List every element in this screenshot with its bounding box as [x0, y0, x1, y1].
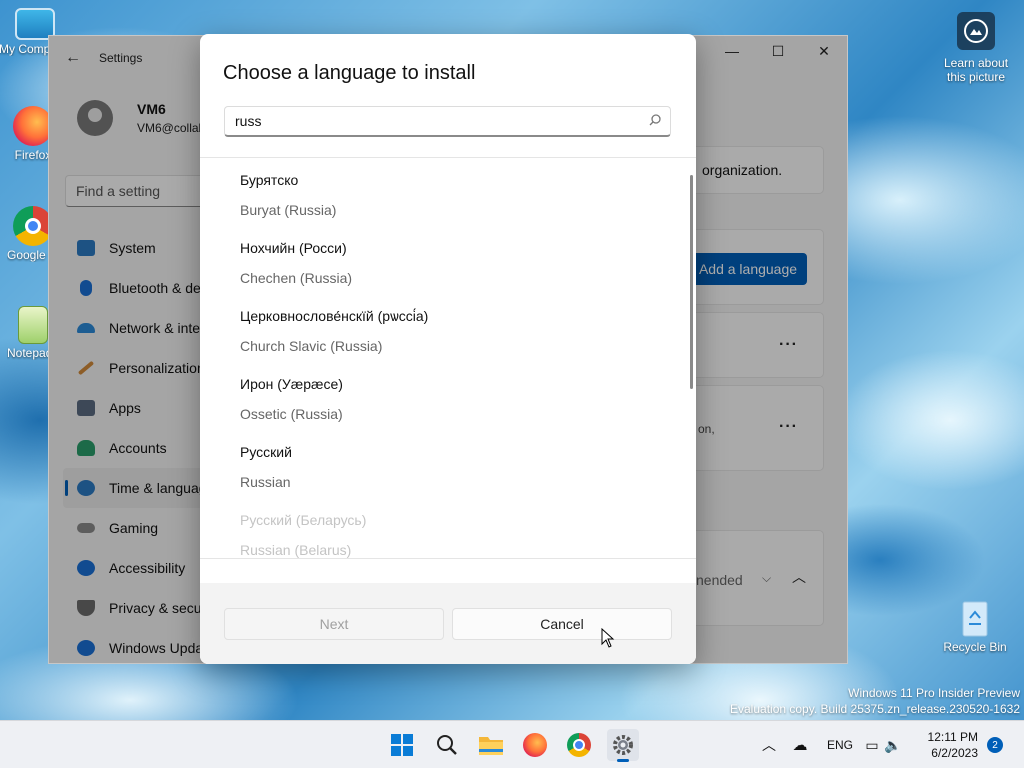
clock-time: 12:11 PM — [927, 730, 978, 744]
choose-language-dialog: Choose a language to install Бурятско Bu… — [200, 34, 696, 664]
search-icon — [437, 735, 457, 755]
volume-icon[interactable]: 🔈 — [884, 737, 901, 754]
list-item-ossetic[interactable]: Ирон (Уæрæсе) Ossetic (Russia) — [240, 376, 660, 422]
taskbar: ︿ ☁ ENG ▭ 🔈 12:11 PM 6/2/2023 2 — [0, 720, 1024, 768]
recycle-bin-label: Recycle Bin — [943, 640, 1007, 654]
learn-about-label: Learn about this picture — [943, 56, 1009, 84]
list-item-russian[interactable]: Русский Russian — [240, 444, 660, 490]
desktop-icon-recycle-bin[interactable]: Recycle Bin — [940, 596, 1010, 654]
chrome-icon — [567, 733, 591, 757]
language-english-name: Ossetic (Russia) — [240, 406, 343, 422]
search-icon[interactable] — [648, 113, 662, 127]
language-english-name: Russian — [240, 474, 291, 490]
mouse-cursor-icon — [601, 628, 615, 648]
recycle-bin-icon — [962, 601, 988, 637]
notification-badge[interactable]: 2 — [987, 737, 1003, 753]
gear-icon — [613, 735, 633, 755]
windows-logo-icon — [391, 734, 413, 756]
language-native-name: Ирон (Уæрæсе) — [240, 376, 343, 392]
language-search-box — [224, 106, 671, 137]
dialog-footer: Next Cancel — [200, 583, 696, 664]
next-button[interactable]: Next — [224, 608, 444, 640]
firefox-icon — [523, 733, 547, 757]
watermark-line-2: Evaluation copy. Build 25375.zn_release.… — [730, 702, 1020, 716]
list-item-church-slavic[interactable]: Церковнослове́нскїй (рѡссі́а) Church Sla… — [240, 308, 660, 354]
list-item-chechen[interactable]: Нохчийн (Росси) Chechen (Russia) — [240, 240, 660, 286]
learn-about-picture[interactable]: Learn about this picture — [936, 12, 1016, 84]
network-icon[interactable]: ▭ — [860, 737, 884, 754]
language-native-name: Нохчийн (Росси) — [240, 240, 347, 256]
chrome-taskbar-button[interactable] — [563, 729, 595, 761]
taskbar-search-button[interactable] — [431, 729, 463, 761]
list-item-buryat[interactable]: Бурятско Buryat (Russia) — [240, 172, 660, 218]
start-button[interactable] — [386, 729, 418, 761]
evaluation-watermark: Windows 11 Pro Insider Preview Evaluatio… — [730, 685, 1020, 717]
chevron-up-icon[interactable]: ︿ — [762, 735, 780, 755]
camera-icon — [957, 12, 995, 50]
language-list: Бурятско Buryat (Russia) Нохчийн (Росси)… — [200, 157, 696, 559]
notepad-plus-plus-icon — [18, 306, 48, 344]
language-english-name: Russian (Belarus) — [240, 542, 352, 558]
language-native-name: Русский (Беларусь) — [240, 512, 367, 528]
chrome-icon — [13, 206, 53, 246]
language-native-name: Русский — [240, 444, 292, 460]
language-english-name: Buryat (Russia) — [240, 202, 337, 218]
clock-date: 6/2/2023 — [931, 746, 978, 760]
language-english-name: Chechen (Russia) — [240, 270, 353, 286]
language-indicator[interactable]: ENG — [820, 738, 860, 752]
dialog-title: Choose a language to install — [223, 62, 476, 84]
language-search-input[interactable] — [225, 107, 625, 134]
file-explorer-button[interactable] — [475, 729, 507, 761]
list-item-russian-belarus: Русский (Беларусь) Russian (Belarus) — [240, 512, 660, 558]
language-english-name: Church Slavic (Russia) — [240, 338, 383, 354]
list-scrollbar[interactable] — [690, 175, 693, 389]
taskbar-clock[interactable]: 12:11 PM 6/2/2023 — [928, 729, 978, 761]
language-native-name: Церковнослове́нскїй (рѡссі́а) — [240, 308, 429, 324]
firefox-icon — [13, 106, 53, 146]
system-tray: ︿ ☁ ENG ▭ 🔈 — [762, 721, 901, 768]
cancel-button[interactable]: Cancel — [452, 608, 672, 640]
language-native-name: Бурятско — [240, 172, 299, 188]
network-off-icon[interactable]: ☁ — [780, 736, 820, 754]
folder-icon — [479, 737, 503, 755]
watermark-line-1: Windows 11 Pro Insider Preview — [848, 686, 1020, 700]
firefox-taskbar-button[interactable] — [519, 729, 551, 761]
settings-taskbar-button[interactable] — [607, 729, 639, 762]
